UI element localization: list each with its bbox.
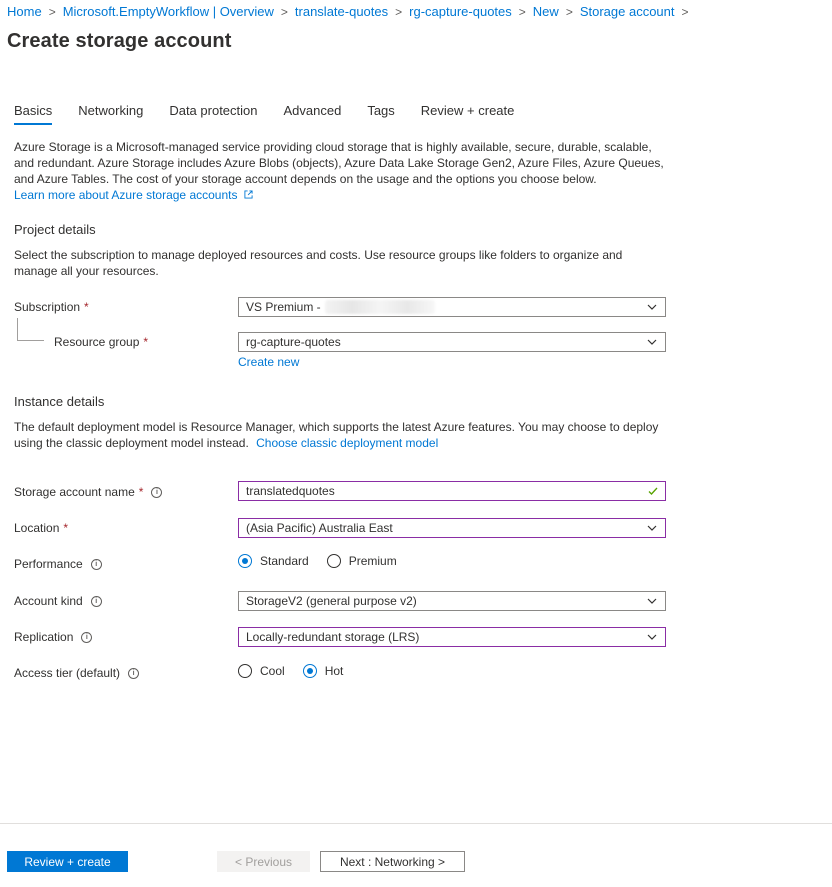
radio-indicator — [326, 554, 341, 568]
breadcrumb-new[interactable]: New — [533, 4, 559, 19]
chevron-down-icon — [647, 598, 657, 604]
radio-indicator — [238, 664, 252, 678]
storage-account-name-input[interactable]: translatedquotes — [238, 481, 666, 501]
resource-group-value: rg-capture-quotes — [246, 335, 341, 349]
account-kind-label: Account kind i — [14, 594, 102, 608]
tab-tags[interactable]: Tags — [367, 103, 394, 124]
tab-bar: Basics Networking Data protection Advanc… — [14, 103, 540, 125]
chevron-right-icon: > — [565, 4, 573, 19]
performance-radio-group: Standard Premium — [238, 554, 415, 568]
subscription-label: Subscription * — [14, 300, 89, 314]
learn-more-link[interactable]: Learn more about Azure storage accounts — [14, 188, 253, 202]
performance-label: Performance i — [14, 557, 102, 571]
info-icon[interactable]: i — [128, 667, 140, 679]
performance-premium-radio[interactable]: Premium — [326, 554, 397, 568]
tree-connector-vertical — [17, 318, 18, 340]
external-link-icon — [244, 190, 253, 199]
tab-advanced[interactable]: Advanced — [284, 103, 342, 124]
breadcrumb: Home > Microsoft.EmptyWorkflow | Overvie… — [7, 4, 696, 19]
project-details-description: Select the subscription to manage deploy… — [14, 248, 623, 278]
classic-deployment-link[interactable]: Choose classic deployment model — [256, 436, 438, 450]
access-tier-hot-label: Hot — [324, 664, 344, 678]
replication-dropdown[interactable]: Locally-redundant storage (LRS) — [238, 627, 666, 647]
chevron-right-icon: > — [48, 4, 56, 19]
chevron-right-icon: > — [681, 4, 689, 19]
tab-review-create[interactable]: Review + create — [421, 103, 515, 124]
resource-group-label: Resource group * — [54, 335, 149, 349]
instance-details-heading: Instance details — [14, 394, 105, 409]
replication-label: Replication i — [14, 630, 93, 644]
chevron-right-icon: > — [518, 4, 526, 19]
chevron-down-icon — [647, 634, 657, 640]
tab-basics[interactable]: Basics — [14, 103, 53, 125]
subscription-dropdown[interactable]: VS Premium - — [238, 297, 666, 317]
access-tier-hot-radio[interactable]: Hot — [302, 664, 344, 678]
intro-description: Azure Storage is a Microsoft-managed ser… — [14, 139, 674, 203]
subscription-value: VS Premium - — [246, 300, 321, 314]
resource-group-dropdown[interactable]: rg-capture-quotes — [238, 332, 666, 352]
checkmark-icon — [648, 487, 658, 495]
account-kind-value: StorageV2 (general purpose v2) — [246, 594, 417, 608]
access-tier-cool-radio[interactable]: Cool — [238, 664, 285, 678]
required-marker: * — [143, 335, 149, 349]
account-kind-dropdown[interactable]: StorageV2 (general purpose v2) — [238, 591, 666, 611]
tab-data-protection[interactable]: Data protection — [169, 103, 257, 124]
location-value: (Asia Pacific) Australia East — [246, 521, 393, 535]
breadcrumb-storage-account[interactable]: Storage account — [580, 4, 675, 19]
performance-premium-label: Premium — [348, 554, 397, 568]
review-create-button[interactable]: Review + create — [7, 851, 128, 872]
instance-details-description: The default deployment model is Resource… — [14, 420, 659, 450]
chevron-right-icon: > — [395, 4, 403, 19]
info-icon[interactable]: i — [90, 558, 102, 570]
redacted-subscription-id — [324, 300, 435, 314]
breadcrumb-resource-group[interactable]: rg-capture-quotes — [409, 4, 512, 19]
replication-value: Locally-redundant storage (LRS) — [246, 630, 420, 644]
info-icon[interactable]: i — [90, 595, 102, 607]
breadcrumb-workflow-overview[interactable]: Microsoft.EmptyWorkflow | Overview — [63, 4, 274, 19]
breadcrumb-translate-quotes[interactable]: translate-quotes — [295, 4, 388, 19]
location-dropdown[interactable]: (Asia Pacific) Australia East — [238, 518, 666, 538]
intro-text: Azure Storage is a Microsoft-managed ser… — [14, 140, 664, 186]
performance-standard-label: Standard — [260, 554, 309, 568]
chevron-right-icon: > — [280, 4, 288, 19]
access-tier-label: Access tier (default) i — [14, 666, 140, 680]
location-label: Location * — [14, 521, 69, 535]
create-new-resource-group-link[interactable]: Create new — [238, 355, 299, 369]
chevron-down-icon — [647, 304, 657, 310]
storage-account-name-label: Storage account name * i — [14, 485, 163, 499]
storage-account-name-value: translatedquotes — [246, 484, 335, 498]
next-networking-button[interactable]: Next : Networking > — [320, 851, 465, 872]
required-marker: * — [63, 521, 69, 535]
tab-networking[interactable]: Networking — [78, 103, 143, 124]
access-tier-cool-label: Cool — [260, 664, 285, 678]
breadcrumb-home[interactable]: Home — [7, 4, 42, 19]
info-icon[interactable]: i — [151, 486, 163, 498]
project-details-heading: Project details — [14, 222, 96, 237]
radio-selected-indicator — [302, 664, 317, 678]
required-marker: * — [84, 300, 89, 314]
performance-standard-radio[interactable]: Standard — [238, 554, 309, 568]
required-marker: * — [138, 485, 144, 499]
radio-selected-indicator — [238, 554, 252, 568]
previous-button[interactable]: < Previous — [217, 851, 310, 872]
footer-divider — [0, 823, 832, 824]
chevron-down-icon — [647, 525, 657, 531]
access-tier-radio-group: Cool Hot — [238, 664, 361, 678]
info-icon[interactable]: i — [81, 631, 93, 643]
page-title: Create storage account — [7, 30, 232, 52]
tree-connector-horizontal — [17, 340, 44, 341]
chevron-down-icon — [647, 339, 657, 345]
